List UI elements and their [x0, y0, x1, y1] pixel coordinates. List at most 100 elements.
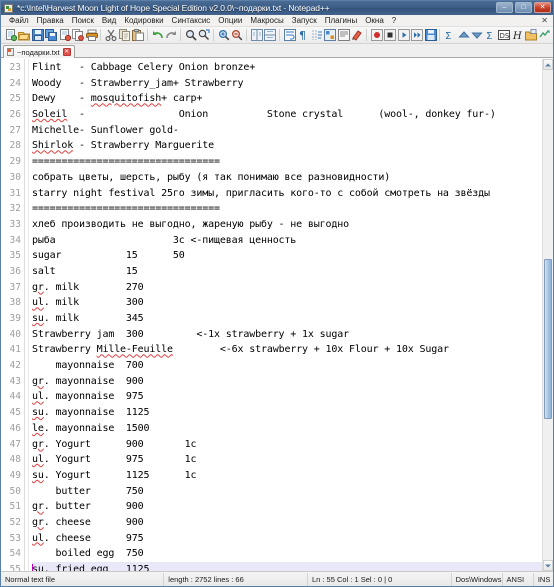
- line-number: 53: [9, 532, 21, 544]
- code-line[interactable]: Dewy - mosquitofish+ carp+: [32, 91, 553, 107]
- code-line[interactable]: sugar 15 50: [32, 248, 553, 264]
- code-line[interactable]: gr. butter 900: [32, 499, 553, 515]
- word-wrap-icon[interactable]: [283, 28, 296, 42]
- user-language-icon[interactable]: [323, 28, 337, 42]
- code-line[interactable]: Strawberry Mille-Feuille <-6x strawberry…: [32, 342, 553, 358]
- code-line[interactable]: Woody - Strawberry_jam+ Strawberry: [32, 76, 553, 92]
- file-modified-icon: [7, 48, 14, 56]
- undo-icon[interactable]: [151, 28, 163, 42]
- sync-horizontal-icon[interactable]: [263, 28, 277, 42]
- scroll-up-icon[interactable]: [543, 59, 553, 70]
- code-line[interactable]: Michelle- Sunflower gold-: [32, 123, 553, 139]
- code-line[interactable]: gr. Yogurt 900 1c: [32, 437, 553, 453]
- code-line[interactable]: gr. mayonnaise 900: [32, 374, 553, 390]
- save-icon[interactable]: [31, 28, 44, 42]
- zoom-in-icon[interactable]: [217, 28, 230, 42]
- show-summary-icon[interactable]: [337, 28, 350, 42]
- line-number: 26: [9, 109, 21, 121]
- function-list-icon[interactable]: H: [510, 28, 522, 42]
- close-document-icon[interactable]: ✕: [541, 15, 548, 27]
- run-all-icon[interactable]: Σ: [484, 28, 496, 42]
- code-line[interactable]: ================================: [32, 201, 553, 217]
- folder-as-workspace-icon[interactable]: [524, 28, 537, 42]
- code-line[interactable]: su. fried egg 1125: [32, 562, 553, 571]
- indent-guide-icon[interactable]: [310, 28, 322, 42]
- code-line[interactable]: su. mayonnaise 1125: [32, 405, 553, 421]
- code-line[interactable]: boiled egg 750: [32, 546, 553, 562]
- replace-icon[interactable]: [197, 28, 210, 42]
- menu-item-9[interactable]: Плагины: [321, 15, 361, 27]
- menu-item-5[interactable]: Синтаксис: [168, 15, 215, 27]
- zoom-out-icon[interactable]: [230, 28, 243, 42]
- code-line[interactable]: ul. cheese 975: [32, 531, 553, 547]
- editor-area[interactable]: 23 24 25 26 27 28 29 30 31 32 33 34 35 36 37 38 39 40 41 42…: [1, 58, 553, 571]
- code-line[interactable]: рыба 3c <-пищевая ценность: [32, 233, 553, 249]
- close-button[interactable]: ✕: [534, 2, 551, 13]
- code-line[interactable]: mayonnaise 700: [32, 358, 553, 374]
- save-macro-icon[interactable]: [424, 28, 437, 42]
- copy-icon[interactable]: [118, 28, 130, 42]
- save-all-icon[interactable]: [44, 28, 58, 42]
- menu-item-1[interactable]: Правка: [33, 15, 68, 27]
- stop-macro-icon[interactable]: [383, 28, 397, 42]
- scroll-down-icon[interactable]: [543, 560, 553, 571]
- run-macro-multiple-icon[interactable]: [410, 28, 424, 42]
- toolbar-separator: [439, 29, 441, 41]
- menu-item-0[interactable]: Файл: [5, 15, 33, 27]
- code-line[interactable]: butter 750: [32, 484, 553, 500]
- code-line[interactable]: Flint - Cabbage Celery Onion bronze+: [32, 60, 553, 76]
- tab-close-icon[interactable]: ✕: [62, 48, 71, 56]
- code-line[interactable]: su. Yogurt 1125 1c: [32, 468, 553, 484]
- code-line[interactable]: su. milk 345: [32, 311, 553, 327]
- code-line[interactable]: хлеб производить не выгодно, жареную рыб…: [32, 217, 553, 233]
- new-file-icon[interactable]: [4, 28, 17, 42]
- menu-item-7[interactable]: Макросы: [246, 15, 287, 27]
- highlight-icon[interactable]: [350, 28, 362, 42]
- tab-0[interactable]: ~подарки.txt ✕: [3, 45, 75, 58]
- sync-vertical-icon[interactable]: [250, 28, 263, 42]
- code-line[interactable]: Strawberry jam 300 <-1x strawberry + 1x …: [32, 327, 553, 343]
- code-line[interactable]: gr. milk 270: [32, 280, 553, 296]
- code-line[interactable]: ================================: [32, 154, 553, 170]
- code-line[interactable]: salt 15: [32, 264, 553, 280]
- monitoring-icon[interactable]: [537, 28, 551, 42]
- menu-item-2[interactable]: Поиск: [68, 15, 98, 27]
- menu-item-11[interactable]: ?: [388, 15, 400, 27]
- code-line[interactable]: gr. cheese 900: [32, 515, 553, 531]
- svg-text:DS: DS: [499, 32, 509, 40]
- find-icon[interactable]: [184, 28, 197, 42]
- code-line[interactable]: Soleil - Onion Stone crystal (wool-, don…: [32, 107, 553, 123]
- scroll-thumb[interactable]: [544, 259, 552, 419]
- menu-item-10[interactable]: Окна: [361, 15, 388, 27]
- code-line[interactable]: ul. Yogurt 975 1c: [32, 452, 553, 468]
- run-icon[interactable]: Σ: [443, 28, 455, 42]
- code-line[interactable]: starry night festival 25го зимы, приглас…: [32, 186, 553, 202]
- code-line[interactable]: ul. mayonnaise 975: [32, 389, 553, 405]
- code-line[interactable]: Shirlok - Strawberry Marguerite: [32, 138, 553, 154]
- uncollapse-all-icon[interactable]: [470, 28, 483, 42]
- menu-item-3[interactable]: Вид: [98, 15, 120, 27]
- collapse-all-icon[interactable]: [457, 28, 470, 42]
- menu-item-6[interactable]: Опции: [214, 15, 246, 27]
- vertical-scrollbar[interactable]: [542, 59, 553, 571]
- document-map-icon[interactable]: DS: [497, 28, 510, 42]
- maximize-button[interactable]: □: [515, 2, 532, 13]
- text-content[interactable]: Flint - Cabbage Celery Onion bronze+ Wood…: [29, 59, 553, 571]
- record-macro-icon[interactable]: [370, 28, 383, 42]
- menu-item-8[interactable]: Запуск: [288, 15, 321, 27]
- redo-icon[interactable]: [164, 28, 177, 42]
- show-all-chars-icon[interactable]: ¶: [296, 28, 308, 42]
- code-line[interactable]: le. mayonnaise 1500: [32, 421, 553, 437]
- paste-icon[interactable]: [131, 28, 145, 42]
- playback-macro-icon[interactable]: [397, 28, 410, 42]
- menu-item-4[interactable]: Кодировки: [120, 15, 167, 27]
- open-file-icon[interactable]: [17, 28, 31, 42]
- toolbar-separator: [245, 29, 247, 41]
- minimize-button[interactable]: –: [496, 2, 513, 13]
- print-icon[interactable]: [85, 28, 98, 42]
- cut-icon[interactable]: [104, 28, 117, 42]
- close-all-icon[interactable]: [71, 28, 85, 42]
- close-file-icon[interactable]: [58, 28, 71, 42]
- code-line[interactable]: ul. milk 300: [32, 295, 553, 311]
- code-line[interactable]: собрать цветы, шерсть, рыбу (я так поним…: [32, 170, 553, 186]
